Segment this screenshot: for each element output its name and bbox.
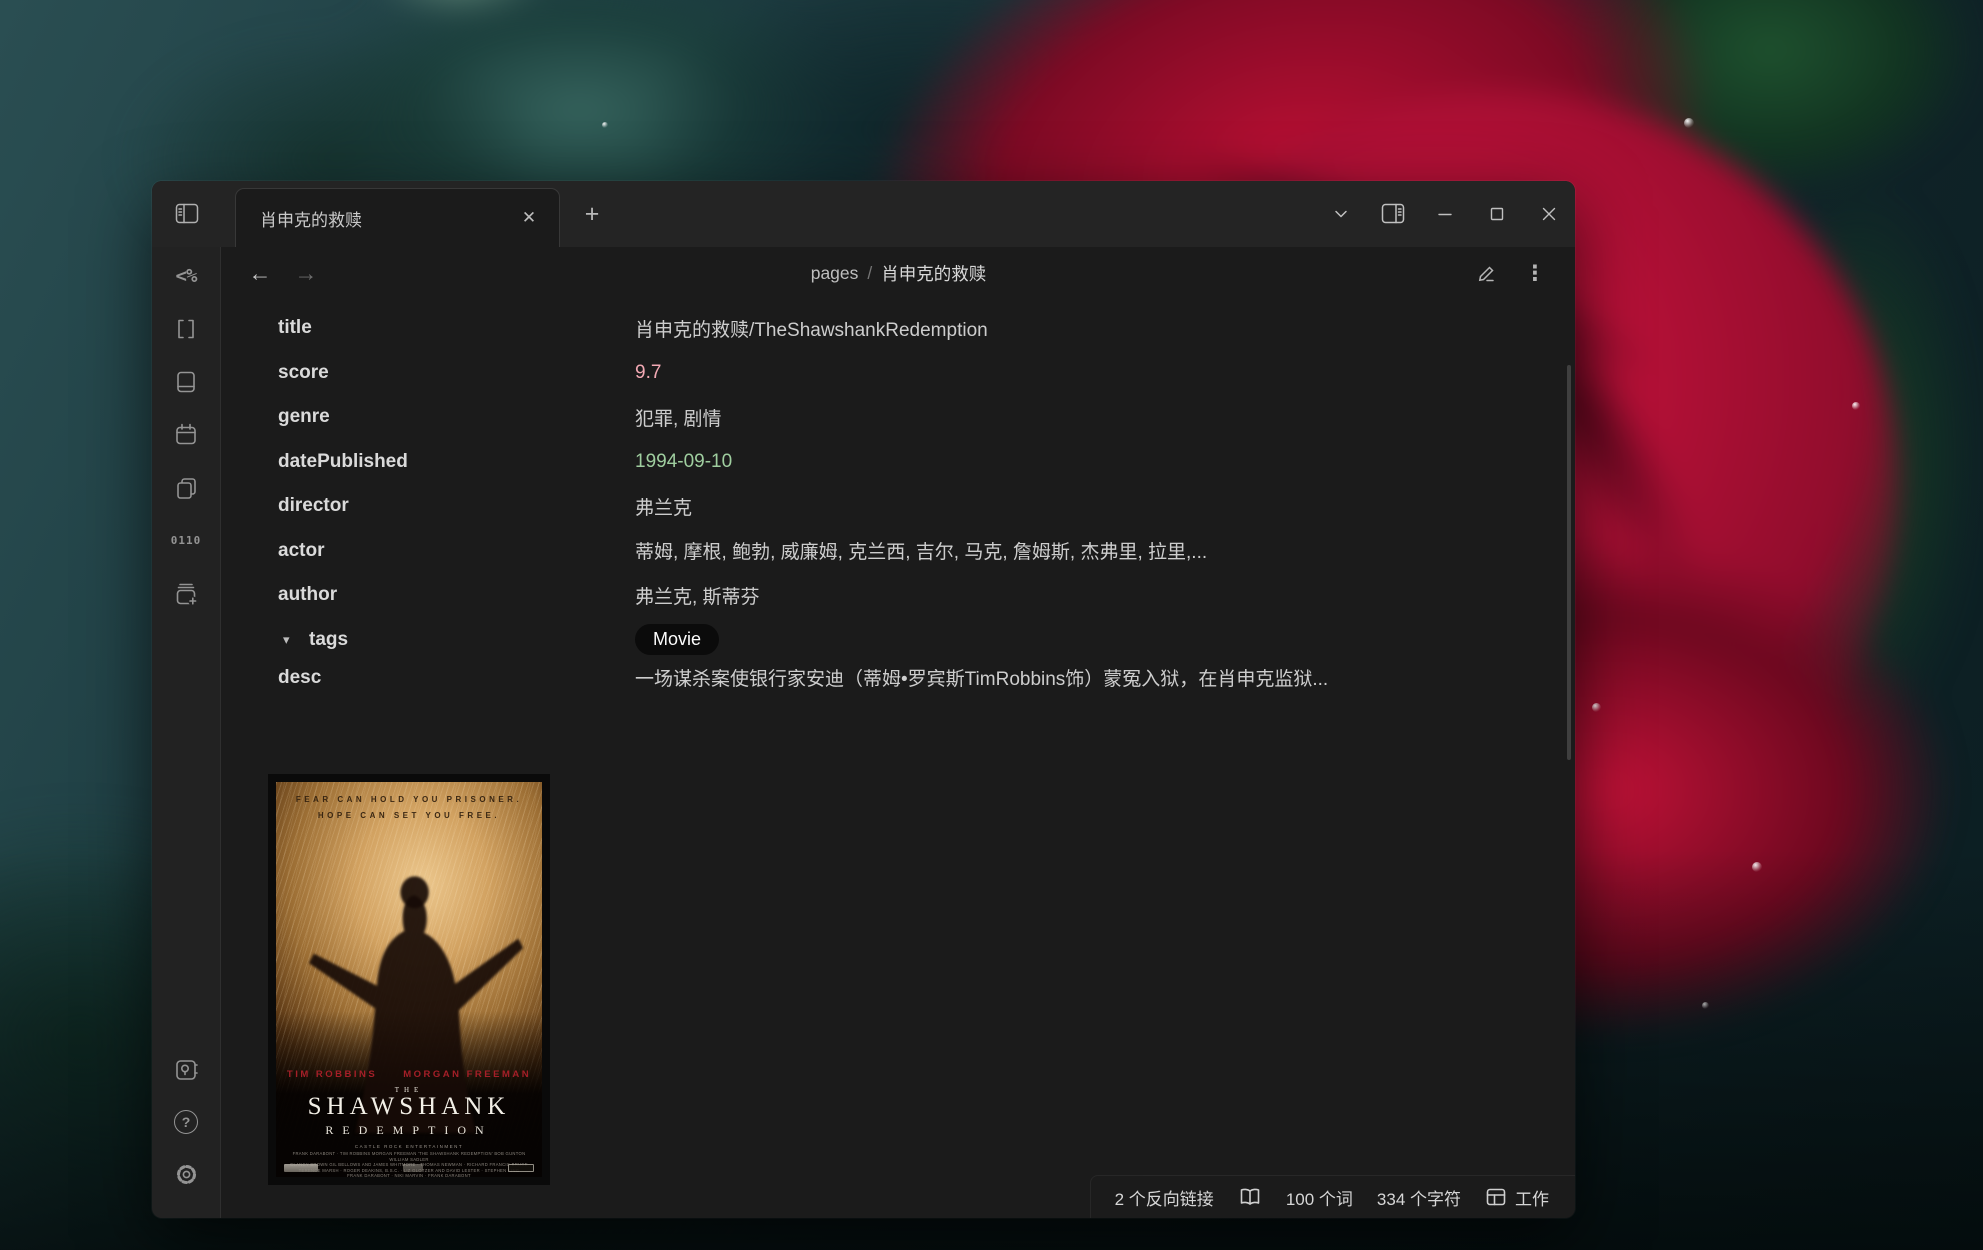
attribute-value[interactable]: 弗兰克, 斯蒂芬 (635, 582, 1575, 609)
attribute-label[interactable]: datePublished (222, 451, 635, 473)
breadcrumb: pages / 肖申克的救赎 (811, 247, 987, 299)
breadcrumb-parent[interactable]: pages (811, 263, 859, 284)
attribute-value[interactable]: 蒂姆, 摩根, 鲍勃, 威廉姆, 克兰西, 吉尔, 马克, 詹姆斯, 杰弗里, … (635, 537, 1575, 564)
attribute-row-genre: genre 犯罪, 剧情 (222, 395, 1575, 440)
attribute-value: Movie (635, 624, 1575, 655)
more-menu-icon[interactable]: ⋮ (1517, 255, 1553, 291)
attribute-label[interactable]: genre (222, 406, 635, 428)
tab-close-icon[interactable]: ✕ (515, 204, 543, 232)
minimize-button[interactable] (1419, 181, 1471, 247)
attribute-table: title 肖申克的救赎/TheShawshankRedemption scor… (222, 306, 1575, 707)
workspace-switcher[interactable]: 工作 (1485, 1185, 1549, 1210)
new-tab-button[interactable]: + (572, 194, 612, 234)
app-window: 肖申克的救赎 ✕ + (152, 181, 1575, 1218)
attribute-row-title: title 肖申克的救赎/TheShawshankRedemption (222, 306, 1575, 351)
edit-pencil-icon[interactable] (1469, 255, 1505, 291)
titlebar[interactable]: 肖申克的救赎 ✕ + (152, 181, 1575, 247)
toggle-right-panel-icon[interactable] (1367, 181, 1419, 247)
document-area: ← → pages / 肖申克的救赎 ⋮ title 肖申克的救赎/TheSha… (222, 247, 1575, 1218)
poster-credits-line: FRANK DARABONT · TIM ROBBINS MORGAN FREE… (284, 1151, 534, 1162)
attribute-row-score: score 9.7 (222, 351, 1575, 396)
poster-star-right: MORGAN FREEMAN (403, 1069, 531, 1080)
poster-star-left: TIM ROBBINS (287, 1069, 377, 1080)
poster-logo-row (284, 1163, 534, 1172)
attribute-row-desc: desc 一场谋杀案使银行家安迪（蒂姆•罗宾斯TimRobbins饰）蒙冤入狱，… (222, 662, 1575, 707)
attribute-value[interactable]: 弗兰克 (635, 493, 1575, 520)
rating-box-logo (508, 1164, 534, 1172)
attribute-label[interactable]: director (222, 495, 635, 517)
poster-tagline-1: FEAR CAN HOLD YOU PRISONER. (276, 795, 542, 804)
poster-studio-line: CASTLE ROCK ENTERTAINMENT (276, 1144, 542, 1149)
attribute-label[interactable]: score (222, 362, 635, 384)
poster-artwork: FEAR CAN HOLD YOU PRISONER. HOPE CAN SET… (276, 782, 542, 1177)
attribute-label-text: tags (309, 629, 348, 651)
poster-title-sub: REDEMPTION (276, 1123, 542, 1138)
help-icon[interactable]: ? (166, 1102, 206, 1142)
close-button[interactable] (1523, 181, 1575, 247)
attribute-row-datepublished: datePublished 1994-09-10 (222, 440, 1575, 485)
window-controls (1315, 181, 1575, 247)
add-card-icon[interactable] (166, 574, 206, 614)
attribute-row-author: author 弗兰克, 斯蒂芬 (222, 573, 1575, 618)
template-icon[interactable]: <% (166, 256, 206, 296)
binary-view-icon[interactable]: 01 10 (166, 521, 206, 561)
attribute-label[interactable]: title (222, 317, 635, 339)
collapse-triangle-icon[interactable]: ▾ (283, 632, 309, 648)
dock-bottom-group: ? (166, 1050, 206, 1218)
vertical-scrollbar-thumb[interactable] (1567, 365, 1571, 760)
left-dock: <% 01 10 (152, 247, 221, 1218)
poster-small-logo (403, 1164, 423, 1172)
tab-title: 肖申克的救赎 (260, 206, 515, 231)
open-book-icon[interactable] (1238, 1186, 1262, 1208)
data-vault-icon[interactable] (166, 1050, 206, 1090)
attribute-value[interactable]: 1994-09-10 (635, 451, 1575, 473)
maximize-button[interactable] (1471, 181, 1523, 247)
attribute-value[interactable]: 肖申克的救赎/TheShawshankRedemption (635, 315, 1575, 342)
poster-star-names: TIM ROBBINS MORGAN FREEMAN (276, 1069, 542, 1080)
poster-title-main: SHAWSHANK (276, 1093, 542, 1121)
workspace-name: 工作 (1515, 1185, 1549, 1210)
attribute-row-tags: ▾ tags Movie (222, 618, 1575, 663)
settings-gear-icon[interactable] (166, 1154, 206, 1194)
castle-rock-logo (284, 1164, 318, 1172)
attribute-value[interactable]: 一场谋杀案使银行家安迪（蒂姆•罗宾斯TimRobbins饰）蒙冤入狱，在肖申克监… (635, 662, 1435, 697)
status-bar: 2 个反向链接 100 个词 334 个字符 工作 (1090, 1175, 1575, 1218)
poster-tagline-2: HOPE CAN SET YOU FREE. (276, 811, 542, 820)
dock-top-group: <% 01 10 (166, 247, 206, 614)
tab-shawshank[interactable]: 肖申克的救赎 ✕ (235, 188, 560, 247)
dock-corner (152, 181, 221, 247)
attribute-label[interactable]: actor (222, 540, 635, 562)
attribute-value[interactable]: 犯罪, 剧情 (635, 404, 1575, 431)
backlinks-count[interactable]: 2 个反向链接 (1115, 1185, 1214, 1210)
movie-poster-image[interactable]: FEAR CAN HOLD YOU PRISONER. HOPE CAN SET… (268, 774, 550, 1185)
calendar-icon[interactable] (166, 415, 206, 455)
help-glyph: ? (174, 1110, 198, 1134)
toggle-left-dock-icon[interactable] (175, 203, 199, 225)
attribute-label[interactable]: author (222, 584, 635, 606)
tag-pill-movie[interactable]: Movie (635, 624, 719, 655)
tab-list-chevron-icon[interactable] (1315, 181, 1367, 247)
binary-top: 01 (171, 536, 186, 546)
character-count: 334 个字符 (1377, 1185, 1461, 1210)
breadcrumb-current[interactable]: 肖申克的救赎 (881, 261, 986, 286)
word-count: 100 个词 (1286, 1185, 1353, 1210)
attribute-row-director: director 弗兰克 (222, 484, 1575, 529)
document-header: ← → pages / 肖申克的救赎 ⋮ (222, 247, 1575, 299)
attribute-label[interactable]: desc (222, 662, 635, 689)
workspace-layout-icon (1485, 1187, 1507, 1207)
attribute-row-actor: actor 蒂姆, 摩根, 鲍勃, 威廉姆, 克兰西, 吉尔, 马克, 詹姆斯,… (222, 529, 1575, 574)
attribute-value[interactable]: 9.7 (635, 362, 1575, 384)
back-icon[interactable]: ← (241, 254, 279, 292)
forward-icon[interactable]: → (287, 254, 325, 292)
copy-pages-icon[interactable] (166, 468, 206, 508)
notebook-icon[interactable] (166, 362, 206, 402)
attribute-label[interactable]: ▾ tags (222, 629, 635, 651)
breadcrumb-separator: / (867, 263, 872, 284)
binary-bottom: 10 (186, 536, 201, 546)
titlebar-drag-area[interactable] (612, 181, 1315, 247)
poster-credits-line: FRANK DARABONT · NIKI MARVIN · FRANK DAR… (284, 1173, 534, 1177)
brackets-icon[interactable] (166, 309, 206, 349)
